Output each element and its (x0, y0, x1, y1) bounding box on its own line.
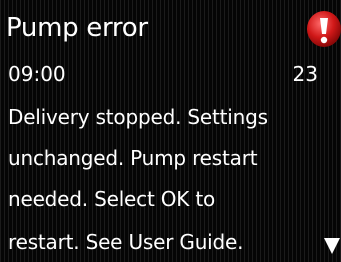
alert-icon (305, 10, 341, 48)
clock-time: 09:00 (8, 62, 66, 86)
scroll-down-arrow-icon[interactable] (323, 236, 341, 256)
message-line: Delivery stopped. Settings (8, 105, 268, 129)
error-code: 23 (292, 62, 318, 86)
message-line: unchanged. Pump restart (8, 146, 258, 170)
pump-error-screen: Pump error 09:00 23 Delivery stopped. Se… (0, 0, 341, 262)
message-line: needed. Select OK to (8, 187, 216, 211)
screen-title: Pump error (6, 13, 148, 43)
message-line: restart. See User Guide. (8, 230, 244, 254)
